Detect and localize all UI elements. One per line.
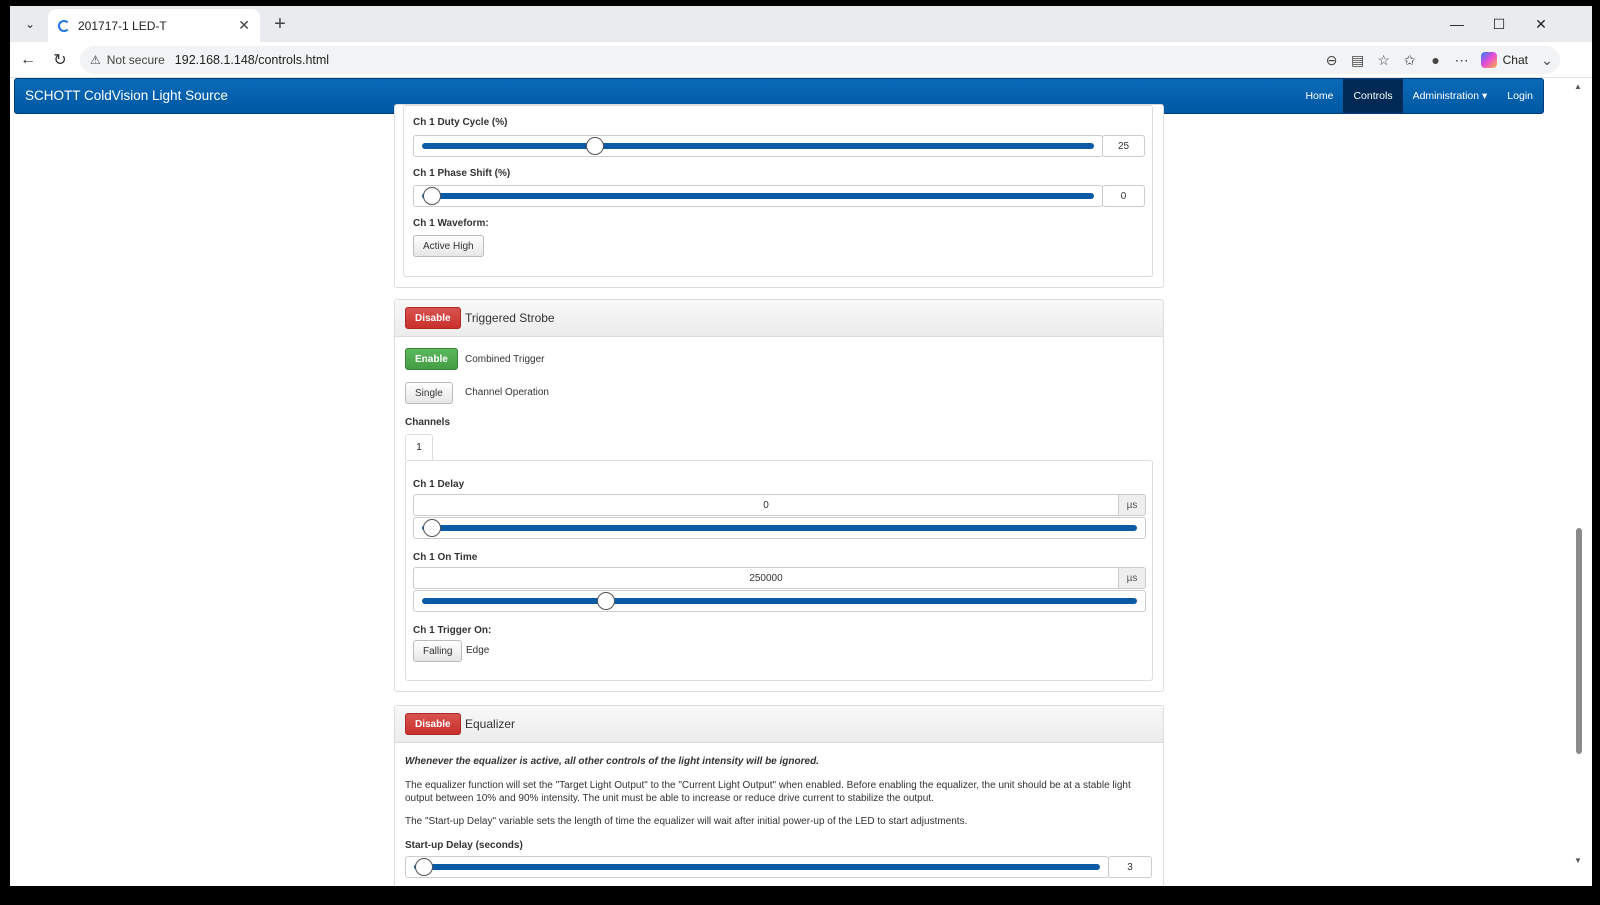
- waveform-button[interactable]: Active High: [413, 235, 484, 257]
- slider-knob[interactable]: [415, 858, 433, 876]
- duty-cycle-value[interactable]: 25: [1102, 135, 1145, 157]
- maximize-icon[interactable]: ☐: [1478, 6, 1520, 42]
- pwm-channel-box: Ch 1 Duty Cycle (%) 25 Ch 1 Phase Shift …: [403, 105, 1153, 277]
- trigger-edge-button[interactable]: Falling: [413, 640, 463, 662]
- loading-spinner-icon: [58, 19, 70, 32]
- startup-delay-value[interactable]: 3: [1108, 856, 1152, 878]
- channel-operation-label: Channel Operation: [465, 387, 549, 398]
- reader-mode-icon[interactable]: ▤: [1345, 52, 1371, 69]
- scroll-down-icon[interactable]: ▼: [1574, 856, 1582, 865]
- trigger-on-label: Ch 1 Trigger On:: [413, 625, 492, 636]
- more-options-icon[interactable]: ⋯: [1449, 52, 1475, 69]
- slider-knob[interactable]: [423, 519, 441, 537]
- slider-track: [422, 143, 1094, 149]
- equalizer-description: The equalizer function will set the "Tar…: [405, 780, 1131, 804]
- profile-avatar-icon[interactable]: ●: [1423, 52, 1449, 68]
- delay-slider[interactable]: [413, 517, 1146, 539]
- pwm-panel: Ch 1 Duty Cycle (%) 25 Ch 1 Phase Shift …: [394, 104, 1164, 288]
- on-time-label: Ch 1 On Time: [413, 552, 478, 563]
- channels-label: Channels: [405, 417, 451, 428]
- reload-icon[interactable]: ↻: [48, 48, 72, 72]
- slider-knob[interactable]: [423, 187, 441, 205]
- site-brand[interactable]: SCHOTT ColdVision Light Source: [25, 88, 228, 103]
- strobe-channel-box: Ch 1 Delay 0 µs Ch 1 On Time 250000 µs C…: [405, 460, 1153, 681]
- new-tab-icon[interactable]: +: [268, 12, 292, 36]
- combined-trigger-label: Combined Trigger: [465, 354, 545, 365]
- browser-tab[interactable]: 201717-1 LED-T ✕: [48, 9, 260, 42]
- page-scrollbar[interactable]: ▲ ▼: [1574, 78, 1584, 886]
- on-time-unit: µs: [1118, 567, 1146, 589]
- delay-input[interactable]: 0: [413, 494, 1119, 516]
- equalizer-warning: Whenever the equalizer is active, all ot…: [405, 756, 819, 767]
- trigger-edge-label: Edge: [466, 645, 490, 656]
- chat-label: Chat: [1502, 53, 1528, 67]
- tab-title: 201717-1 LED-T: [78, 18, 167, 33]
- browser-toolbar: ← ↻ ⚠ Not secure 192.168.1.148/controls.…: [10, 42, 1592, 78]
- slider-track: [422, 193, 1094, 199]
- waveform-label: Ch 1 Waveform:: [413, 218, 489, 229]
- minimize-icon[interactable]: —: [1436, 6, 1478, 42]
- strobe-panel-header: Disable Triggered Strobe: [395, 300, 1163, 337]
- url-text[interactable]: 192.168.1.148/controls.html: [175, 53, 329, 67]
- nav-links: Home Controls Administration ▾ Login: [1295, 79, 1543, 113]
- nav-administration[interactable]: Administration ▾: [1403, 79, 1498, 113]
- startup-delay-label: Start-up Delay (seconds): [405, 840, 523, 851]
- channel-tab-1[interactable]: 1: [405, 434, 433, 460]
- chat-button[interactable]: Chat: [1475, 52, 1534, 68]
- slider-track: [422, 525, 1137, 531]
- equalizer-title: Equalizer: [465, 717, 516, 731]
- close-tab-icon[interactable]: ✕: [238, 17, 250, 34]
- channel-mode-button[interactable]: Single: [405, 382, 453, 404]
- startup-delay-description: The "Start-up Delay" variable sets the l…: [405, 816, 968, 827]
- equalizer-panel-header: Disable Equalizer: [395, 706, 1163, 743]
- address-bar-actions: ⊖ ▤ ☆ ✩ ● ⋯ Chat ⌄: [1319, 46, 1560, 74]
- slider-knob[interactable]: [586, 137, 604, 155]
- strobe-title: Triggered Strobe: [465, 311, 555, 325]
- nav-controls[interactable]: Controls: [1343, 79, 1403, 113]
- phase-shift-label: Ch 1 Phase Shift (%): [413, 168, 511, 179]
- scrollbar-thumb[interactable]: [1576, 528, 1582, 754]
- security-label[interactable]: Not secure: [107, 53, 165, 67]
- slider-knob[interactable]: [596, 592, 615, 610]
- nav-home[interactable]: Home: [1295, 79, 1343, 113]
- favorites-list-icon[interactable]: ✩: [1397, 52, 1423, 69]
- chevron-down-icon[interactable]: ⌄: [1534, 52, 1560, 69]
- close-window-icon[interactable]: ✕: [1520, 6, 1562, 42]
- tab-list-dropdown-icon[interactable]: ⌄: [18, 12, 42, 36]
- slider-track: [422, 598, 1137, 604]
- equalizer-panel: Disable Equalizer Whenever the equalizer…: [394, 705, 1164, 886]
- browser-window: ⌄ 201717-1 LED-T ✕ + — ☐ ✕ ← ↻ ⚠ Not sec…: [10, 6, 1592, 886]
- delay-label: Ch 1 Delay: [413, 479, 465, 490]
- warning-icon: ⚠: [90, 53, 101, 67]
- triggered-strobe-panel: Disable Triggered Strobe Enable Combined…: [394, 299, 1164, 692]
- combined-trigger-enable-button[interactable]: Enable: [405, 348, 458, 370]
- nav-login[interactable]: Login: [1497, 79, 1543, 113]
- web-page: SCHOTT ColdVision Light Source Home Cont…: [10, 78, 1592, 886]
- delay-unit: µs: [1118, 494, 1146, 516]
- phase-shift-value[interactable]: 0: [1102, 185, 1145, 207]
- copilot-icon: [1480, 52, 1497, 68]
- on-time-input[interactable]: 250000: [413, 567, 1119, 589]
- startup-delay-slider[interactable]: [405, 856, 1109, 878]
- address-bar[interactable]: ⚠ Not secure 192.168.1.148/controls.html…: [80, 46, 1560, 74]
- phase-shift-slider[interactable]: [413, 185, 1103, 207]
- equalizer-disable-button[interactable]: Disable: [405, 713, 461, 735]
- slider-track: [414, 864, 1100, 870]
- strobe-disable-button[interactable]: Disable: [405, 307, 461, 329]
- favorite-star-icon[interactable]: ☆: [1371, 52, 1397, 69]
- on-time-slider[interactable]: [413, 590, 1146, 612]
- duty-cycle-label: Ch 1 Duty Cycle (%): [413, 117, 508, 128]
- tab-strip: ⌄ 201717-1 LED-T ✕ + — ☐ ✕: [10, 6, 1592, 42]
- zoom-icon[interactable]: ⊖: [1319, 52, 1345, 69]
- duty-cycle-slider[interactable]: [413, 135, 1103, 157]
- scroll-up-icon[interactable]: ▲: [1574, 82, 1582, 91]
- back-icon[interactable]: ←: [16, 48, 40, 72]
